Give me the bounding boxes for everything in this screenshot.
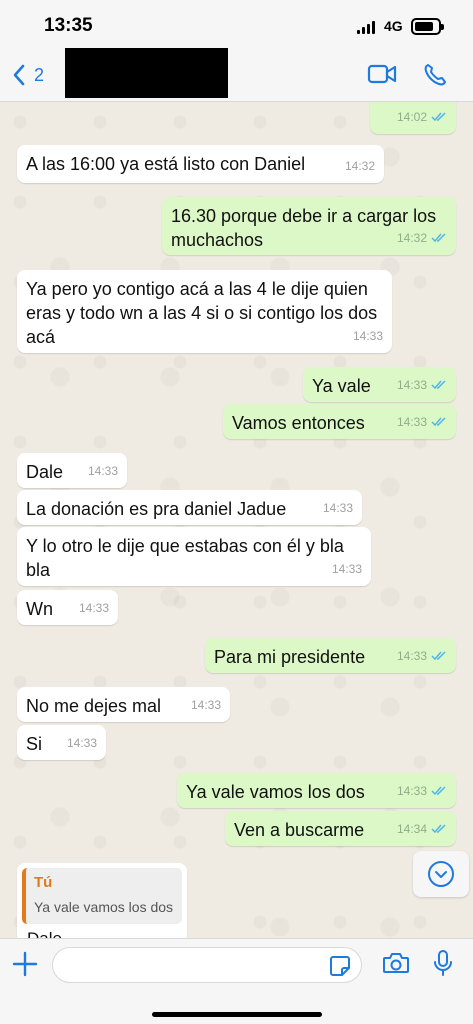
message-meta: 14:32 [397, 226, 447, 250]
message-text: Y lo otro le dije que estabas con él y b… [26, 536, 344, 580]
message-bubble[interactable]: Vamos entonces 14:33 [223, 404, 456, 439]
message-bubble[interactable]: 14:02 [370, 102, 456, 134]
message-time: 14:33 [66, 736, 97, 750]
message-bubble[interactable]: Si 14:33 [17, 725, 106, 760]
read-ticks-icon [431, 380, 446, 390]
message-time: 14:33 [331, 562, 362, 576]
message-meta: 14:33 [397, 779, 447, 803]
message-meta: 14:33 [332, 557, 362, 581]
message-meta: 14:33 [67, 731, 97, 755]
phone-icon[interactable] [422, 62, 448, 88]
message-time: 14:33 [322, 501, 353, 515]
message-time: 14:33 [78, 601, 109, 615]
mic-icon[interactable] [432, 949, 454, 977]
network-type: 4G [384, 18, 403, 34]
message-meta: 14:33 [353, 324, 383, 348]
message-time: 14:33 [396, 378, 427, 392]
message-meta: 14:32 [345, 154, 375, 178]
message-bubble[interactable]: Wn 14:33 [17, 590, 118, 625]
message-meta: 14:33 [88, 459, 118, 483]
message-bubble[interactable]: 16.30 porque debe ir a cargar los muchac… [162, 197, 456, 255]
message-time: 14:32 [396, 231, 427, 245]
status-time: 13:35 [44, 15, 93, 36]
read-ticks-icon [431, 233, 446, 243]
message-bubble[interactable]: Ya pero yo contigo acá a las 4 le dije q… [17, 270, 392, 353]
message-time: 14:33 [190, 698, 221, 712]
read-ticks-icon [431, 112, 446, 122]
home-indicator[interactable] [152, 1012, 322, 1017]
message-time: 14:02 [396, 110, 427, 124]
message-bubble[interactable]: Dale 14:33 [17, 453, 127, 488]
read-ticks-icon [431, 417, 446, 427]
message-meta: 14:33 [79, 596, 109, 620]
contact-name-redacted[interactable] [65, 48, 228, 98]
quote-author: Tú [34, 874, 53, 891]
message-bubble[interactable]: No me dejes mal 14:33 [17, 687, 230, 722]
message-meta: 14:33 [191, 693, 221, 717]
back-chevron-icon [13, 64, 25, 86]
message-text: Dale [27, 929, 62, 938]
message-bubble[interactable]: Ya vale 14:33 [303, 367, 456, 402]
message-meta: 14:02 [397, 105, 447, 129]
camera-icon[interactable] [382, 951, 410, 975]
message-bubble[interactable]: Ven a buscarme 14:34 [225, 811, 456, 846]
message-input[interactable] [52, 947, 362, 983]
message-time: 14:33 [396, 415, 427, 429]
chevron-down-icon [428, 861, 454, 887]
message-meta: 14:33 [397, 410, 447, 434]
quote-text: Ya vale vamos los dos [34, 899, 174, 915]
message-time: 14:32 [344, 159, 375, 173]
message-text: La donación es pra daniel Jadue [26, 499, 287, 519]
message-bubble[interactable]: Y lo otro le dije que estabas con él y b… [17, 527, 371, 586]
message-meta: 14:33 [397, 373, 447, 397]
read-ticks-icon [431, 786, 446, 796]
top-bar: 13:35 4G 2 [0, 0, 473, 102]
read-ticks-icon [431, 824, 446, 834]
message-time: 14:33 [352, 329, 383, 343]
message-bubble[interactable]: Para mi presidente 14:33 [205, 638, 456, 673]
message-meta: 14:34 [397, 817, 447, 841]
plus-icon[interactable] [12, 951, 38, 977]
signal-icon [357, 21, 377, 34]
message-meta: 14:33 [323, 496, 353, 520]
read-ticks-icon [431, 651, 446, 661]
message-bubble[interactable]: La donación es pra daniel Jadue 14:33 [17, 490, 362, 525]
sticker-icon[interactable] [329, 955, 351, 977]
chat-area[interactable]: 14:02 A las 16:00 ya está listo con Dani… [0, 102, 473, 938]
message-bubble[interactable]: A las 16:00 ya está listo con Daniel 14:… [17, 145, 384, 183]
video-call-icon[interactable] [367, 62, 397, 86]
quoted-message[interactable]: Tú Ya vale vamos los dos [22, 868, 182, 924]
battery-icon [411, 18, 444, 35]
unread-count: 2 [34, 64, 45, 85]
message-text: Ya pero yo contigo acá a las 4 le dije q… [26, 279, 378, 347]
message-time: 14:33 [396, 649, 427, 663]
composer-bar [0, 938, 473, 1024]
reply-message-bubble[interactable]: Tú Ya vale vamos los dos Dale [17, 863, 187, 938]
message-time: 14:33 [396, 784, 427, 798]
message-bubble[interactable]: Ya vale vamos los dos 14:33 [177, 773, 456, 808]
message-meta: 14:33 [397, 644, 447, 668]
message-time: 14:34 [396, 822, 427, 836]
scroll-to-bottom-button[interactable] [413, 851, 469, 897]
message-time: 14:33 [87, 464, 118, 478]
back-button[interactable]: 2 [12, 64, 44, 86]
message-text: A las 16:00 ya está listo con Daniel [26, 154, 306, 174]
